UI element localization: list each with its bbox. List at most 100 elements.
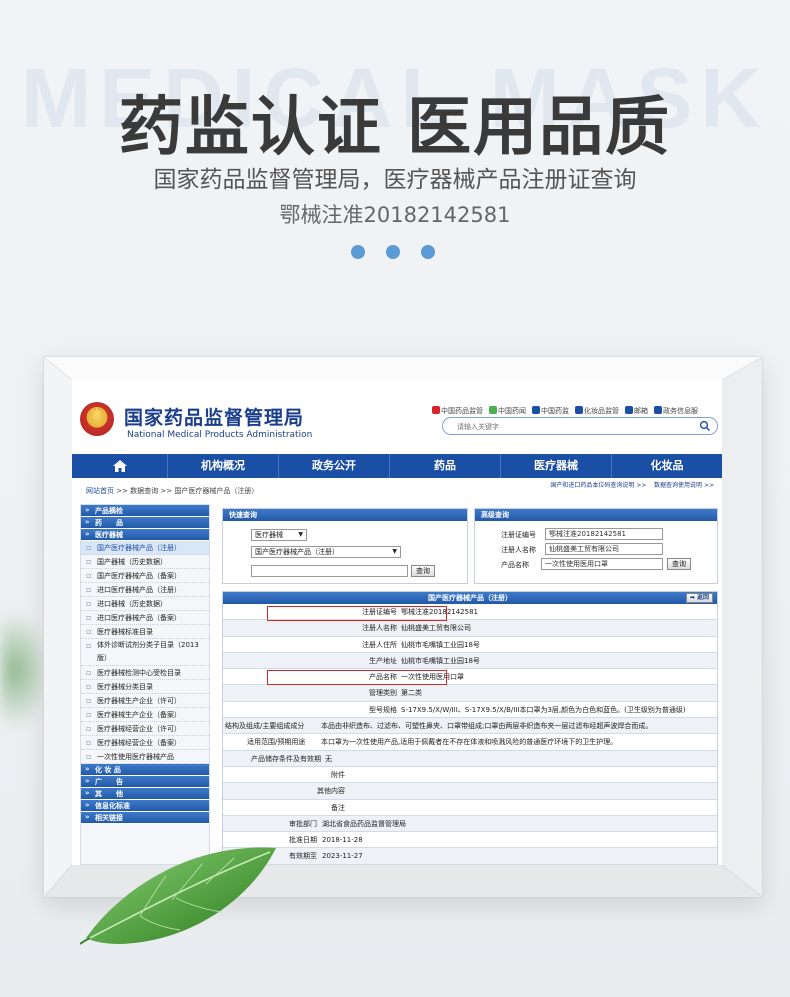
top-link[interactable]: 中国药闻: [489, 406, 526, 416]
search-input[interactable]: [457, 421, 687, 432]
hero-cert-number: 鄂械注准20182142581: [279, 203, 511, 227]
sidebar-section-links[interactable]: 相关链接: [81, 811, 209, 824]
category-select[interactable]: 医疗器械 ▼: [251, 529, 307, 541]
quick-keyword-input[interactable]: [251, 565, 408, 577]
nav-about[interactable]: 机构概况: [168, 454, 279, 478]
sidebar-item-domestic-history[interactable]: 国产器械（历史数据）: [81, 555, 209, 569]
row-key: 型号规格: [369, 705, 397, 714]
sidebar-section-product-check[interactable]: 产品摘检: [81, 504, 209, 517]
sidebar-item-distributor-filed[interactable]: 医疗器械经营企业（备案）: [81, 736, 209, 750]
sidebar-item-standards[interactable]: 医疗器械标准目录: [81, 625, 209, 639]
reg-number-input[interactable]: 鄂械注准20182142581: [545, 528, 663, 540]
product-name-label: 产品名称: [501, 561, 529, 569]
mail-icon: [625, 406, 633, 414]
table-row: 其他内容: [223, 783, 717, 800]
row-key: 附件: [331, 770, 345, 779]
dot: [351, 245, 365, 259]
row-value: 无: [325, 754, 332, 763]
sidebar-item-domestic-filed[interactable]: 国产医疗器械产品（备案）: [81, 569, 209, 583]
result-rows: 注册证编号 鄂械注准20182142581 注册人名称 仙桃盛美工贸有限公司 注册人…: [223, 604, 717, 865]
hero-title: 药监认证 医用品质: [118, 91, 672, 165]
sidebar-item-import-filed[interactable]: 进口医疗器械产品（备案）: [81, 611, 209, 625]
row-value: 湖北省食品药品监督管理局: [322, 819, 406, 828]
table-row: 结构及组成/主要组成成分 本品由非织造布、过滤布、可塑性鼻夹、口罩带组成;口罩由两…: [223, 718, 717, 735]
row-key: 有效期至: [289, 852, 317, 861]
search-icon[interactable]: [699, 420, 711, 432]
row-key: 审批部门: [289, 819, 317, 828]
top-link[interactable]: 化妆品监管: [575, 406, 619, 416]
sidebar-item-test-center[interactable]: 医疗器械检测中心受检目录: [81, 666, 209, 680]
advanced-search-title: 高级查询: [475, 509, 717, 521]
sidebar-section-it-standards[interactable]: 信息化标准: [81, 799, 209, 812]
row-key: 适用范围/预期用途: [247, 738, 306, 747]
product-name-input[interactable]: 一次性使用医用口罩: [541, 558, 663, 570]
sidebar-section-cosmetics[interactable]: 化 妆 品: [81, 763, 209, 776]
quick-search-title: 快速查询: [223, 509, 467, 521]
row-key: 管理类别: [369, 689, 397, 698]
sidebar-item-classification[interactable]: 医疗器械分类目录: [81, 680, 209, 694]
sidebar-item-producer-filed[interactable]: 医疗器械生产企业（备案）: [81, 708, 209, 722]
site-search: [442, 417, 718, 435]
weibo-icon: [432, 406, 440, 414]
site-header: ★ 国家药品监督管理局 National Medical Products Ad…: [72, 380, 722, 452]
row-value: 2018-11-28: [322, 836, 363, 845]
sidebar-section-drugs[interactable]: 药 品: [81, 516, 209, 529]
top-link[interactable]: 邮箱: [625, 406, 648, 416]
result-title: 国产医疗器械产品（注册） ➡ 返回: [223, 592, 717, 604]
main-nav: 机构概况 政务公开 药品 医疗器械 化妆品: [72, 454, 722, 478]
quick-search-panel: 快速查询 医疗器械 ▼ 国产医疗器械产品（注册） ▼ 查询: [222, 508, 468, 584]
nav-cosmetics[interactable]: 化妆品: [612, 454, 722, 478]
sidebar-item-producer-license[interactable]: 医疗器械生产企业（许可）: [81, 694, 209, 708]
sidebar-section-ads[interactable]: 广 告: [81, 775, 209, 788]
code-lookup-link[interactable]: 国产和进口药品本位码查询说明 >>: [550, 482, 646, 489]
table-row: 批准日期 2018-11-28: [223, 832, 717, 849]
sidebar-item-disposable[interactable]: 一次性使用医疗器械产品: [81, 750, 209, 764]
table-row: 注册人住所 仙桃市毛嘴镇工业园18号: [223, 637, 717, 653]
row-key: 其他内容: [317, 787, 345, 796]
table-row: 有效期至 2023-11-27: [223, 848, 717, 865]
database-select[interactable]: 国产医疗器械产品（注册） ▼: [251, 546, 401, 558]
row-value: 仙桃盛美工贸有限公司: [401, 624, 471, 633]
blurred-leaf-decoration: [0, 610, 50, 730]
table-row: 型号规格 S-17X9.5/X/W/III、S-17X9.5/X/B/III本口罩…: [223, 702, 717, 719]
nav-government[interactable]: 政务公开: [279, 454, 390, 478]
row-key: 批准日期: [289, 836, 317, 845]
row-key: 注册人住所: [362, 640, 397, 649]
table-row: 产品名称 一次性使用医用口罩: [223, 669, 717, 686]
top-link[interactable]: 政务信息服: [654, 406, 698, 416]
row-value: S-17X9.5/X/W/III、S-17X9.5/X/B/III本口罩为3层,…: [401, 705, 686, 714]
sidebar-section-other[interactable]: 其 他: [81, 787, 209, 800]
top-link[interactable]: 中国药监: [532, 406, 569, 416]
row-key: 产品名称: [369, 673, 397, 682]
website-screenshot: ★ 国家药品监督管理局 National Medical Products Ad…: [72, 380, 722, 865]
row-value: 2023-11-27: [322, 852, 363, 861]
table-row: 生产地址 仙桃市毛嘴镇工业园18号: [223, 652, 717, 670]
sidebar-item-import-history[interactable]: 进口器械（历史数据）: [81, 597, 209, 611]
emblem-star-icon: ★: [91, 406, 103, 421]
nav-home[interactable]: [72, 454, 168, 478]
breadcrumb-home-link[interactable]: 网站首页: [86, 487, 114, 495]
chevron-down-icon: ▼: [298, 531, 303, 538]
sidebar-item-import-registered[interactable]: 进口医疗器械产品（注册）: [81, 583, 209, 597]
home-icon: [112, 460, 127, 472]
row-value: 仙桃市毛嘴镇工业园18号: [401, 640, 480, 649]
sidebar-item-domestic-registered[interactable]: 国产医疗器械产品（注册）: [81, 541, 209, 555]
sidebar-item-distributor-license[interactable]: 医疗器械经营企业（许可）: [81, 722, 209, 736]
nav-devices[interactable]: 医疗器械: [501, 454, 612, 478]
row-value: 第二类: [401, 689, 422, 698]
back-button[interactable]: ➡ 返回: [685, 593, 713, 603]
usage-help-link[interactable]: 数据查询使用说明 >>: [654, 482, 714, 489]
site-name-en: National Medical Products Administration: [127, 430, 313, 440]
advanced-search-button[interactable]: 查询: [667, 558, 691, 570]
registrant-input[interactable]: 仙桃盛美工贸有限公司: [545, 543, 663, 555]
quick-search-button[interactable]: 查询: [411, 565, 435, 577]
top-link[interactable]: 中国药品监管: [432, 406, 483, 416]
sidebar-section-devices[interactable]: 医疗器械: [81, 528, 209, 541]
nav-drugs[interactable]: 药品: [390, 454, 501, 478]
help-links: 国产和进口药品本位码查询说明 >> 数据查询使用说明 >>: [550, 480, 714, 489]
breadcrumb: 网站首页 >> 数据查询 >> 国产医疗器械产品（注册）: [86, 486, 258, 496]
sidebar-item-ivd-catalog[interactable]: 体外诊断试剂分类子目录（2013版）: [81, 639, 209, 666]
row-key: 产品储存条件及有效期: [251, 754, 321, 763]
row-value: 本品由非织造布、过滤布、可塑性鼻夹、口罩带组成;口罩由两层非织造布夹一层过滤布经…: [321, 722, 653, 731]
row-key: 结构及组成/主要组成成分: [225, 722, 305, 731]
